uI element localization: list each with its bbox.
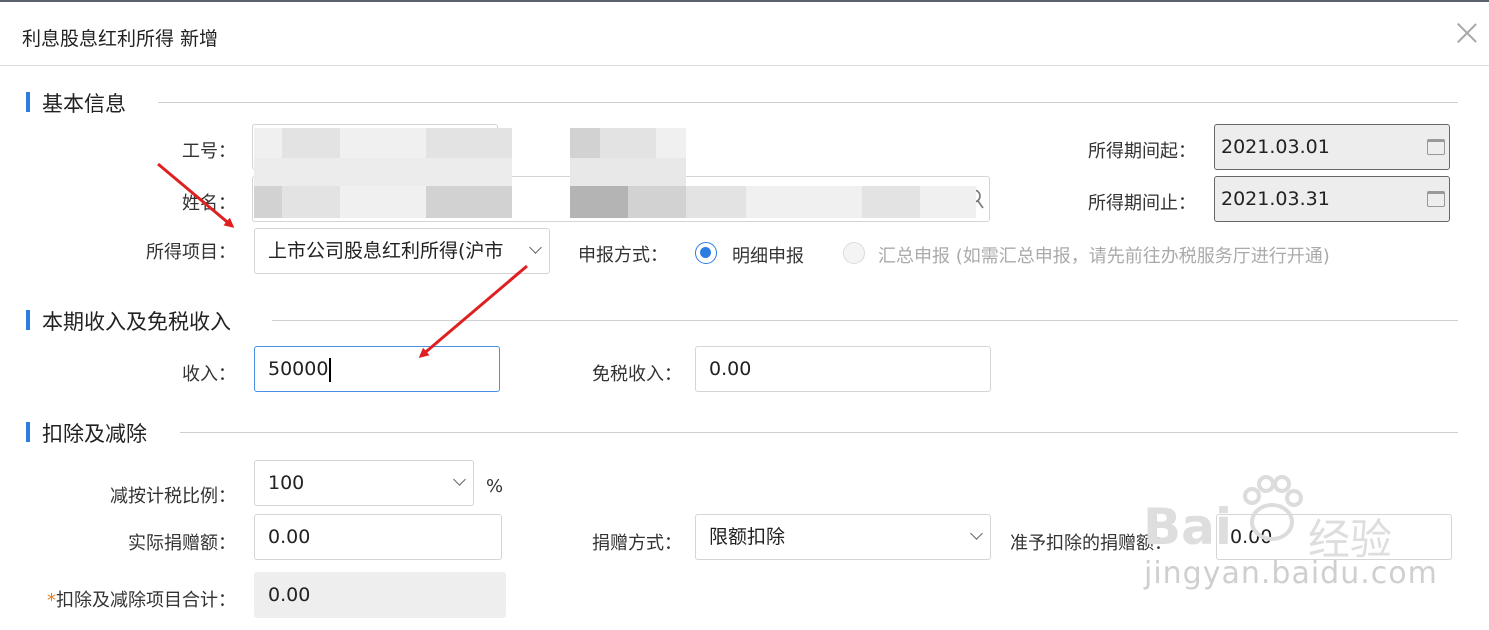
arrow-to-income-item: [157, 162, 235, 228]
paw-icon: [1243, 475, 1303, 541]
arrow-to-income-input: [418, 264, 528, 358]
